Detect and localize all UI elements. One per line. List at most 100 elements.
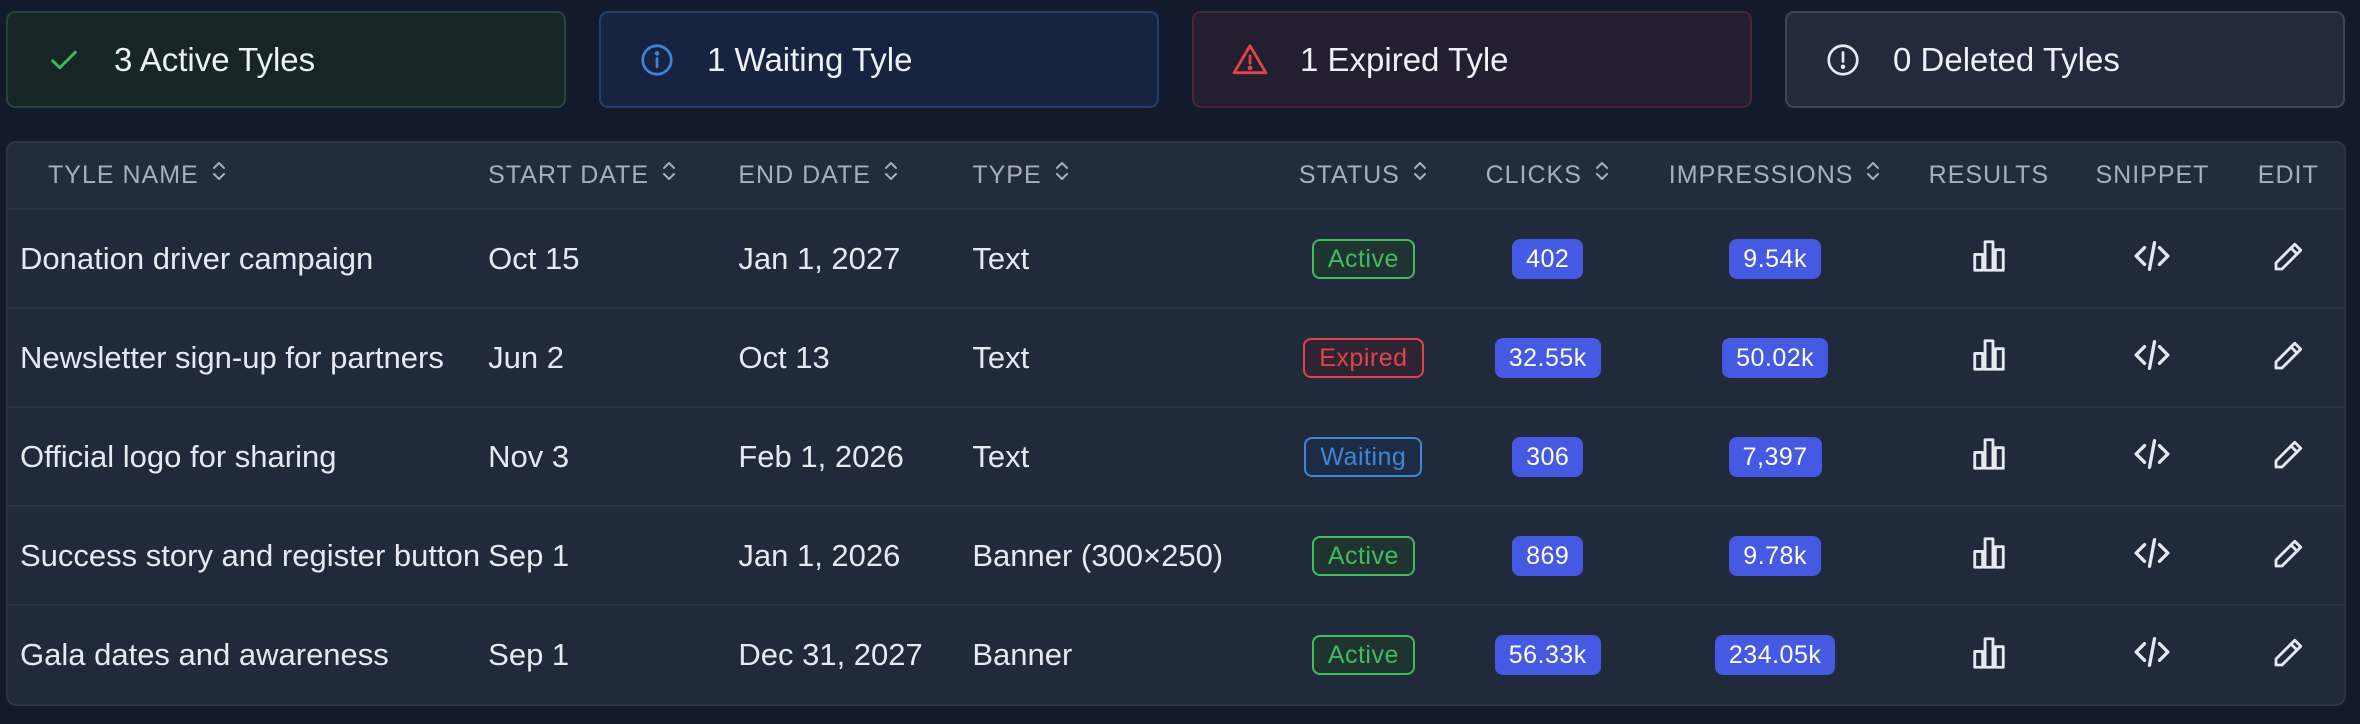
pencil-icon[interactable] bbox=[2266, 631, 2310, 675]
active-tyles-card[interactable]: 3 Active Tyles bbox=[6, 11, 566, 108]
column-label: STATUS bbox=[1298, 161, 1400, 189]
impressions-badge: 9.78k bbox=[1729, 535, 1821, 576]
snippet-cell bbox=[2072, 605, 2232, 704]
clicks-cell: 32.55k bbox=[1450, 308, 1644, 407]
tyle-type: Text bbox=[972, 339, 1030, 375]
tyles-page: 3 Active Tyles 1 Waiting Tyle 1 Expired … bbox=[0, 0, 2360, 724]
sort-icon[interactable] bbox=[661, 160, 677, 189]
bar-chart-icon[interactable] bbox=[1967, 234, 2011, 278]
tyle-name[interactable]: Gala dates and awareness bbox=[8, 605, 488, 704]
impressions-cell: 50.02k bbox=[1645, 308, 1905, 407]
edit-cell bbox=[2232, 308, 2344, 407]
active-tyles-label: 3 Active Tyles bbox=[114, 40, 316, 78]
tyle-name[interactable]: Success story and register button bbox=[8, 506, 488, 605]
tyle-name[interactable]: Newsletter sign-up for partners bbox=[8, 308, 488, 407]
tyles-table: TYLE NAME START DATE END DATE TYPE STATU… bbox=[6, 141, 2346, 706]
tyle-type: Banner bbox=[972, 637, 1073, 672]
end-date: Oct 13 bbox=[738, 339, 830, 375]
snippet-cell bbox=[2072, 209, 2232, 308]
bar-chart-icon[interactable] bbox=[1967, 333, 2011, 377]
column-header-impressions[interactable]: IMPRESSIONS bbox=[1644, 143, 1906, 210]
status-cell: Active bbox=[1276, 605, 1450, 704]
deleted-tyles-card[interactable]: 0 Deleted Tyles bbox=[1785, 11, 2345, 108]
sort-icon[interactable] bbox=[1054, 160, 1070, 189]
column-header-status[interactable]: STATUS bbox=[1276, 143, 1451, 210]
column-label: TYPE bbox=[972, 161, 1042, 189]
pencil-icon[interactable] bbox=[2266, 334, 2310, 378]
snippet-cell bbox=[2072, 506, 2232, 605]
table-row[interactable]: Gala dates and awareness Sep 1 Dec 31, 2… bbox=[8, 605, 2344, 704]
column-label: END DATE bbox=[738, 161, 871, 189]
status-cell: Active bbox=[1276, 506, 1450, 605]
table-row[interactable]: Donation driver campaign Oct 15 Jan 1, 2… bbox=[8, 209, 2344, 308]
column-header-results: RESULTS bbox=[1905, 143, 2073, 210]
waiting-tyles-card[interactable]: 1 Waiting Tyle bbox=[599, 11, 1159, 108]
results-cell bbox=[1905, 407, 2072, 506]
column-header-snippet: SNIPPET bbox=[2072, 143, 2233, 210]
start-date: Jun 2 bbox=[488, 339, 564, 375]
column-header-type[interactable]: TYPE bbox=[972, 143, 1277, 210]
clicks-badge: 869 bbox=[1512, 535, 1584, 576]
alert-circle-icon bbox=[1823, 40, 1863, 80]
bar-chart-icon[interactable] bbox=[1967, 432, 2011, 476]
results-cell bbox=[1905, 209, 2072, 308]
status-cell: Waiting bbox=[1276, 407, 1450, 506]
table-row[interactable]: Official logo for sharing Nov 3 Feb 1, 2… bbox=[8, 407, 2344, 506]
impressions-cell: 234.05k bbox=[1645, 605, 1905, 704]
clicks-badge: 56.33k bbox=[1494, 635, 1601, 675]
code-icon[interactable] bbox=[2130, 630, 2174, 674]
column-label: IMPRESSIONS bbox=[1668, 161, 1854, 189]
warning-icon bbox=[1230, 40, 1270, 80]
info-icon bbox=[637, 40, 677, 80]
column-header-clicks[interactable]: CLICKS bbox=[1450, 143, 1645, 210]
column-header-start-date[interactable]: START DATE bbox=[488, 143, 739, 210]
column-header-end-date[interactable]: END DATE bbox=[738, 143, 973, 210]
sort-icon[interactable] bbox=[883, 160, 899, 189]
bar-chart-icon[interactable] bbox=[1967, 531, 2011, 575]
impressions-badge: 50.02k bbox=[1722, 337, 1829, 378]
edit-cell bbox=[2232, 209, 2344, 308]
code-icon[interactable] bbox=[2130, 432, 2174, 476]
results-cell bbox=[1905, 605, 2072, 704]
end-date: Dec 31, 2027 bbox=[738, 637, 923, 672]
code-icon[interactable] bbox=[2130, 333, 2174, 377]
check-icon bbox=[44, 40, 84, 80]
table-row[interactable]: Newsletter sign-up for partners Jun 2 Oc… bbox=[8, 308, 2344, 407]
table-row[interactable]: Success story and register button Sep 1 … bbox=[8, 506, 2344, 605]
end-date: Jan 1, 2026 bbox=[738, 537, 901, 573]
status-badge: Active bbox=[1311, 238, 1415, 279]
status-cell: Expired bbox=[1276, 308, 1450, 407]
tyle-name[interactable]: Official logo for sharing bbox=[8, 407, 488, 506]
code-icon[interactable] bbox=[2130, 234, 2174, 278]
pencil-icon[interactable] bbox=[2266, 235, 2310, 279]
start-date: Sep 1 bbox=[488, 537, 570, 573]
sort-icon[interactable] bbox=[211, 160, 227, 189]
waiting-tyles-label: 1 Waiting Tyle bbox=[707, 40, 913, 78]
pencil-icon[interactable] bbox=[2266, 433, 2310, 477]
column-header-name[interactable]: TYLE NAME bbox=[8, 143, 489, 210]
table-header: TYLE NAME START DATE END DATE TYPE STATU… bbox=[8, 143, 2344, 210]
results-cell bbox=[1905, 506, 2072, 605]
sort-icon[interactable] bbox=[1865, 160, 1881, 189]
sort-icon[interactable] bbox=[1594, 160, 1610, 189]
expired-tyles-card[interactable]: 1 Expired Tyle bbox=[1192, 11, 1752, 108]
results-cell bbox=[1905, 308, 2072, 407]
tyle-type: Text bbox=[972, 438, 1030, 474]
expired-tyles-label: 1 Expired Tyle bbox=[1300, 40, 1509, 78]
start-date: Nov 3 bbox=[488, 438, 570, 474]
snippet-cell bbox=[2072, 308, 2232, 407]
status-badge: Active bbox=[1311, 535, 1415, 576]
column-label: TYLE NAME bbox=[48, 161, 199, 189]
edit-cell bbox=[2232, 506, 2344, 605]
sort-icon[interactable] bbox=[1412, 160, 1428, 189]
impressions-badge: 9.54k bbox=[1729, 238, 1821, 279]
code-icon[interactable] bbox=[2130, 531, 2174, 575]
tyle-name[interactable]: Donation driver campaign bbox=[8, 209, 488, 308]
impressions-cell: 9.78k bbox=[1645, 506, 1905, 605]
pencil-icon[interactable] bbox=[2266, 532, 2310, 576]
column-label: CLICKS bbox=[1485, 161, 1582, 189]
bar-chart-icon[interactable] bbox=[1967, 631, 2011, 675]
impressions-badge: 234.05k bbox=[1714, 635, 1836, 675]
end-date: Feb 1, 2026 bbox=[738, 438, 904, 474]
clicks-cell: 869 bbox=[1450, 506, 1644, 605]
